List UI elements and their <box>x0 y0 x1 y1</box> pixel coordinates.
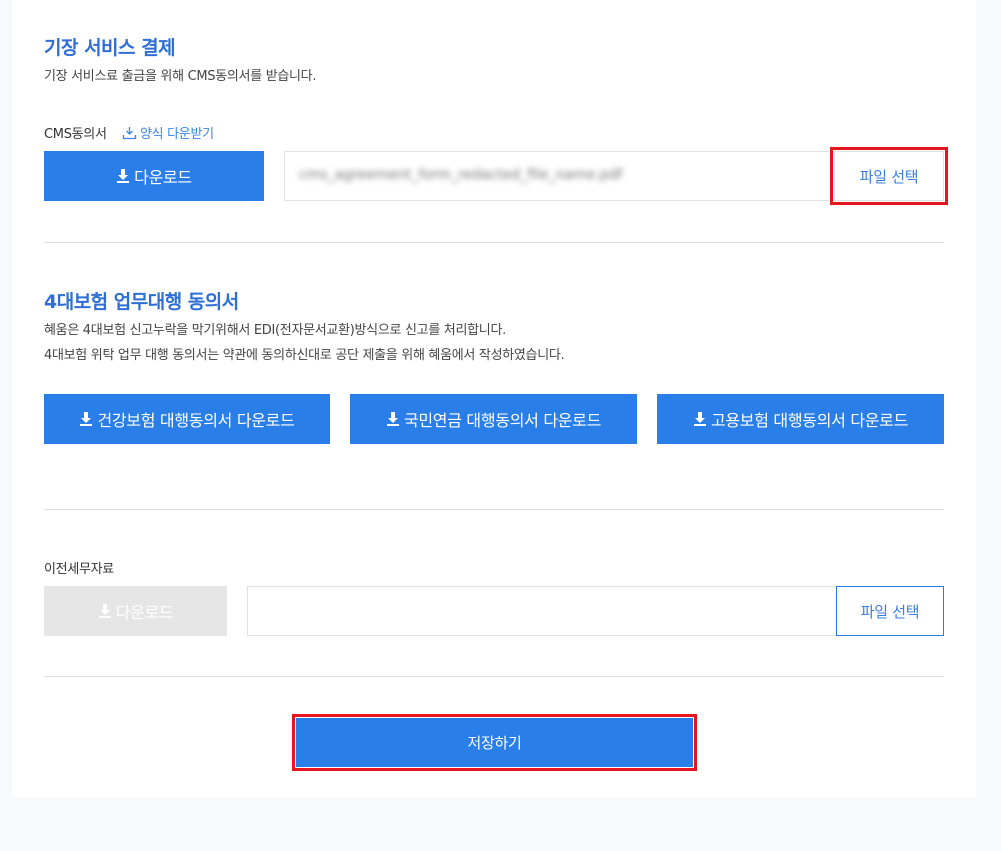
cms-section-title: 기장 서비스 결제 <box>44 37 176 59</box>
cms-section-description: 기장 서비스료 출금을 위해 CMS동의서를 받습니다. <box>44 69 317 84</box>
cms-file-name: cms_agreement_form_redacted_file_name.pd… <box>299 167 623 183</box>
prev-tax-download-label: 다운로드 <box>115 603 174 622</box>
download-icon <box>98 604 111 618</box>
cms-field-label: CMS동의서 <box>44 127 107 142</box>
form-download-link[interactable]: 양식 다운받기 <box>122 123 214 142</box>
employment-insurance-download-button[interactable]: 고용보험 대행동의서 다운로드 <box>657 394 944 444</box>
download-icon <box>693 412 706 426</box>
prev-tax-file-name-field[interactable] <box>247 586 837 636</box>
national-pension-download-button[interactable]: 국민연금 대행동의서 다운로드 <box>350 394 637 444</box>
download-icon <box>117 169 130 183</box>
cms-download-label: 다운로드 <box>134 168 192 187</box>
section-divider <box>44 242 944 243</box>
section-divider <box>44 676 944 677</box>
insurance-description-line-1: 혜움은 4대보험 신고누락을 막기위해서 EDI(전자문서교환)방식으로 신고를… <box>44 323 506 338</box>
save-button[interactable]: 저장하기 <box>296 718 693 767</box>
national-pension-download-label: 국민연금 대행동의서 다운로드 <box>403 411 602 430</box>
form-card: 기장 서비스 결제 기장 서비스료 출금을 위해 CMS동의서를 받습니다. C… <box>12 0 976 797</box>
prev-tax-field-label: 이전세무자료 <box>44 562 114 577</box>
cms-download-button[interactable]: 다운로드 <box>44 151 264 201</box>
employment-insurance-download-label: 고용보험 대행동의서 다운로드 <box>710 411 909 430</box>
health-insurance-download-label: 건강보험 대행동의서 다운로드 <box>97 411 295 430</box>
section-divider <box>44 509 944 510</box>
insurance-description-line-2: 4대보험 위탁 업무 대행 동의서는 약관에 동의하신대로 공단 제출을 위해 … <box>44 348 565 363</box>
download-form-icon <box>122 126 137 139</box>
cms-file-name-field[interactable]: cms_agreement_form_redacted_file_name.pd… <box>284 151 833 201</box>
prev-tax-download-button[interactable]: 다운로드 <box>44 586 227 636</box>
cms-file-select-button[interactable]: 파일 선택 <box>834 151 944 201</box>
health-insurance-download-button[interactable]: 건강보험 대행동의서 다운로드 <box>44 394 330 444</box>
insurance-section-title: 4대보험 업무대행 동의서 <box>44 291 239 313</box>
download-icon <box>386 412 399 426</box>
prev-tax-file-select-button[interactable]: 파일 선택 <box>836 586 944 636</box>
download-icon <box>80 412 93 426</box>
form-download-link-label: 양식 다운받기 <box>140 127 214 142</box>
